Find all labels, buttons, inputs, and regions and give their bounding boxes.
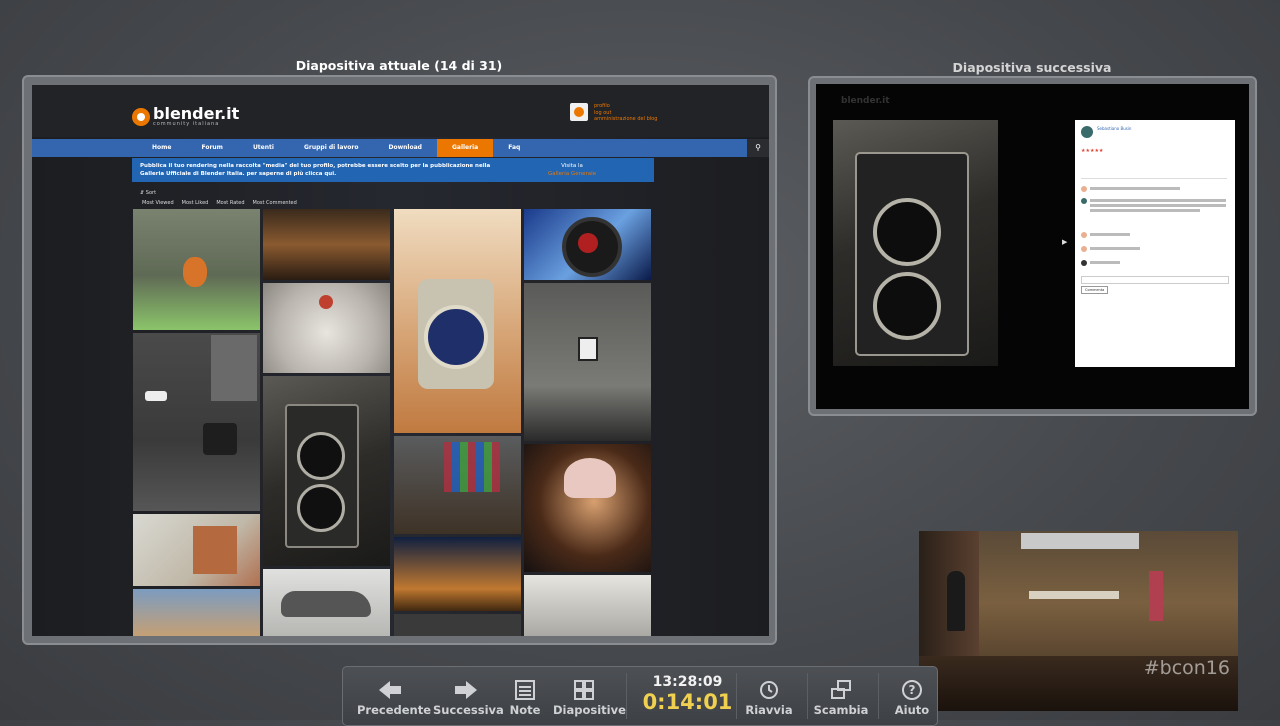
arrow-left-icon bbox=[379, 681, 401, 699]
site-header: blender.it community italiana profilo lo… bbox=[32, 85, 769, 137]
gallery-image-ceiling bbox=[524, 575, 651, 636]
gallery-image-watch bbox=[394, 209, 521, 433]
current-slide: blender.it community italiana profilo lo… bbox=[32, 85, 769, 636]
notes-button[interactable]: Note bbox=[507, 679, 543, 717]
gallery-image-machine bbox=[394, 436, 521, 534]
comment-panel: Sebastiano Busin ★★★★★ Commenta bbox=[1075, 120, 1235, 367]
filter-bar: Most Viewed Most Liked Most Rated Most C… bbox=[142, 200, 297, 206]
nav-download: Download bbox=[388, 144, 422, 151]
gallery-image-rolleiflex bbox=[263, 376, 390, 566]
next-button[interactable]: Successiva bbox=[433, 679, 504, 717]
nav-galleria: Galleria bbox=[436, 139, 494, 157]
gallery-image-room bbox=[263, 209, 390, 280]
gallery-image-mech bbox=[133, 514, 260, 586]
next-slide: blender.it ▶ Sebastiano Busin ★★★★★ Comm… bbox=[816, 84, 1249, 409]
filter-most-rated: Most Rated bbox=[216, 200, 245, 206]
swap-button[interactable]: Scambia bbox=[813, 679, 869, 717]
filter-most-commented: Most Commented bbox=[252, 200, 297, 206]
previous-button[interactable]: Precedente bbox=[357, 679, 431, 717]
info-text: Pubblica il tuo rendering nella raccolta… bbox=[140, 163, 491, 177]
help-button[interactable]: ? Aiuto bbox=[889, 679, 935, 717]
next-slide-camera-image bbox=[833, 120, 998, 366]
blender-logo-icon bbox=[132, 108, 150, 126]
filter-most-liked: Most Liked bbox=[181, 200, 209, 206]
help-icon: ? bbox=[902, 680, 922, 700]
current-time: 13:28:09 bbox=[652, 674, 723, 690]
gallery-image-car bbox=[263, 569, 390, 636]
notes-icon bbox=[515, 680, 535, 700]
commenter-avatar bbox=[1081, 126, 1093, 138]
gallery-image-wheel bbox=[524, 209, 651, 280]
next-slide-title: Diapositiva successiva bbox=[952, 60, 1112, 75]
event-hashtag: #bcon16 bbox=[1143, 657, 1230, 679]
svg-text:?: ? bbox=[909, 683, 916, 697]
nav-gruppi: Gruppi di lavoro bbox=[303, 144, 359, 151]
webcam-feed: #bcon16 bbox=[919, 531, 1238, 711]
nav-utenti: Utenti bbox=[252, 144, 274, 151]
gallery-image-dark bbox=[394, 614, 521, 636]
monitor-swap-icon bbox=[831, 680, 851, 699]
speaker-figure bbox=[947, 571, 965, 631]
comment-button: Commenta bbox=[1081, 286, 1109, 294]
nav-home: Home bbox=[152, 144, 172, 151]
site-logo: blender.it community italiana bbox=[132, 104, 240, 127]
current-slide-title: Diapositiva attuale (14 di 31) bbox=[295, 58, 503, 73]
gallery-image-robot bbox=[133, 209, 260, 330]
nav-faq: Faq bbox=[508, 144, 521, 151]
gallery-image-interior-chair bbox=[133, 333, 260, 511]
next-arrow-icon: ▶ bbox=[1062, 238, 1068, 246]
arrow-right-icon bbox=[455, 681, 477, 699]
commenter-name: Sebastiano Busin bbox=[1097, 126, 1132, 131]
grid-icon bbox=[574, 680, 594, 700]
gallery-image-glove bbox=[524, 444, 651, 572]
slides-button[interactable]: Diapositive bbox=[553, 679, 626, 717]
elapsed-time: 0:14:01 bbox=[642, 690, 733, 714]
gallery-image-town-night bbox=[394, 537, 521, 611]
next-slide-panel[interactable]: blender.it ▶ Sebastiano Busin ★★★★★ Comm… bbox=[808, 76, 1257, 416]
sort-label: ⇵ Sort bbox=[140, 190, 157, 196]
projector-screen bbox=[1021, 533, 1139, 549]
search-icon: ⚲ bbox=[747, 139, 769, 157]
gallery-image-landscape bbox=[133, 589, 260, 636]
next-logo-text: blender.it bbox=[841, 96, 890, 106]
nav-forum: Forum bbox=[201, 144, 223, 151]
gallery-grid bbox=[133, 209, 653, 636]
logo-text: blender.it bbox=[153, 104, 240, 123]
history-icon bbox=[760, 681, 778, 699]
info-gallery-link: Galleria Generale bbox=[547, 171, 597, 177]
user-link-admin: amministrazione del blog bbox=[594, 116, 658, 122]
current-slide-panel[interactable]: blender.it community italiana profilo lo… bbox=[22, 75, 777, 645]
site-nav: Home Forum Utenti Gruppi di lavoro Downl… bbox=[32, 139, 769, 157]
restart-button[interactable]: Riavvia bbox=[743, 679, 795, 717]
user-box: profilo log out amministrazione del blog bbox=[570, 103, 657, 123]
info-banner: Pubblica il tuo rendering nella raccolta… bbox=[132, 158, 654, 182]
clock-display: 13:28:09 0:14:01 bbox=[640, 674, 735, 714]
rating-stars: ★★★★★ bbox=[1081, 148, 1104, 154]
gallery-image-tank bbox=[263, 283, 390, 373]
filter-most-viewed: Most Viewed bbox=[142, 200, 174, 206]
info-visit: Visita la bbox=[561, 163, 583, 169]
user-avatar bbox=[570, 103, 588, 121]
gallery-image-concrete-room bbox=[524, 283, 651, 441]
